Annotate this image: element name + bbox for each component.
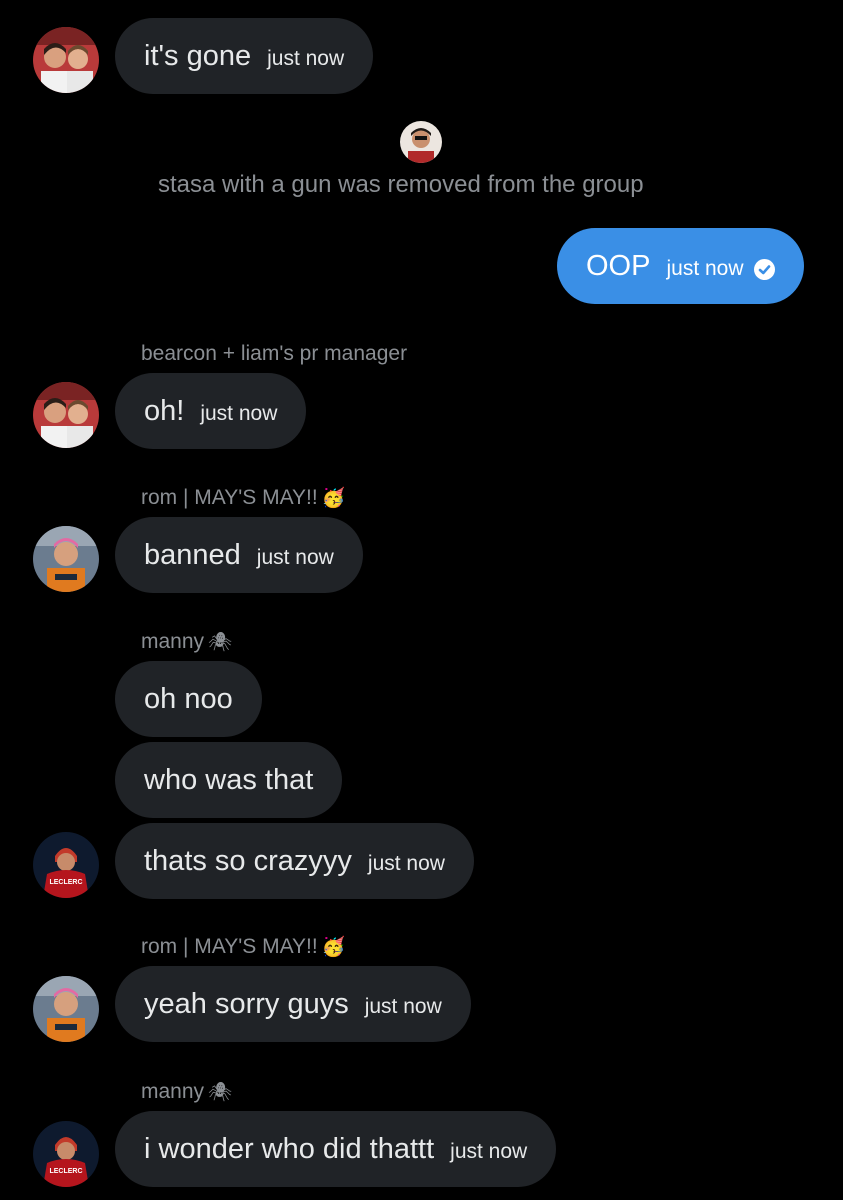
- sender-avatar[interactable]: LECLERC: [33, 832, 99, 898]
- message-text: oh noo: [144, 682, 233, 715]
- sender-name: bearcon + liam's pr manager: [141, 342, 408, 365]
- message-text: who was that: [144, 763, 314, 796]
- message-text: banned: [144, 538, 241, 571]
- message-bubble[interactable]: oh! just now: [115, 373, 307, 449]
- sender-avatar[interactable]: LECLERC: [33, 1121, 99, 1187]
- spider-emoji-icon: 🕷: [208, 632, 233, 653]
- message-timestamp: just now: [200, 402, 278, 425]
- message-bubble[interactable]: who was that: [115, 742, 343, 818]
- avatar-photo: [33, 526, 99, 592]
- sender-name: rom | MAY'S MAY!! 🥳: [141, 486, 345, 510]
- avatar-shirt-text: LECLERC: [49, 879, 82, 886]
- message-bubble[interactable]: oh noo: [115, 661, 262, 737]
- sender-name: rom | MAY'S MAY!! 🥳: [141, 935, 345, 959]
- avatar-shirt-text: LECLERC: [49, 1168, 82, 1175]
- message-bubble[interactable]: i wonder who did thattt just now: [115, 1111, 557, 1187]
- sender-name: manny 🕷: [141, 630, 232, 654]
- system-event-text: stasa with a gun was removed from the gr…: [158, 171, 644, 198]
- sender-name-text: rom | MAY'S MAY!!: [141, 486, 318, 509]
- message-bubble[interactable]: yeah sorry guys just now: [115, 966, 471, 1042]
- outgoing-message-bubble[interactable]: OOP just now: [557, 228, 804, 304]
- message-bubble[interactable]: thats so crazyyy just now: [115, 823, 474, 899]
- message-bubble[interactable]: it's gone just now: [115, 18, 374, 94]
- sender-avatar[interactable]: [33, 27, 99, 93]
- message-timestamp: just now: [256, 546, 334, 569]
- sender-avatar[interactable]: [33, 526, 99, 592]
- message-text: OOP: [586, 249, 651, 282]
- avatar-photo: [33, 976, 99, 1042]
- message-timestamp: just now: [450, 1140, 528, 1163]
- avatar-photo: LECLERC: [33, 1121, 99, 1187]
- avatar-photo: [33, 382, 99, 448]
- sender-name-text: rom | MAY'S MAY!!: [141, 935, 318, 958]
- avatar-photo: [400, 121, 442, 163]
- sender-avatar[interactable]: [33, 976, 99, 1042]
- message-text: i wonder who did thattt: [144, 1132, 435, 1165]
- message-timestamp: just now: [267, 47, 345, 70]
- message-timestamp: just now: [367, 852, 445, 875]
- removed-user-avatar[interactable]: [400, 121, 442, 163]
- party-emoji-icon: 🥳: [321, 488, 346, 509]
- spider-emoji-icon: 🕷: [208, 1082, 233, 1103]
- message-timestamp: just now: [364, 995, 442, 1018]
- message-text: yeah sorry guys: [144, 987, 349, 1020]
- message-timestamp: just now: [666, 257, 744, 280]
- message-text: thats so crazyyy: [144, 844, 352, 877]
- avatar-photo: LECLERC: [33, 832, 99, 898]
- message-text: oh!: [144, 394, 185, 427]
- read-check-icon: [753, 258, 775, 280]
- avatar-photo: [33, 27, 99, 93]
- message-bubble[interactable]: banned just now: [115, 517, 363, 593]
- sender-name-text: manny: [141, 630, 205, 653]
- message-text: it's gone: [144, 39, 252, 72]
- party-emoji-icon: 🥳: [321, 937, 346, 958]
- sender-avatar[interactable]: [33, 382, 99, 448]
- sender-name: manny 🕷: [141, 1080, 232, 1104]
- sender-name-text: manny: [141, 1080, 205, 1103]
